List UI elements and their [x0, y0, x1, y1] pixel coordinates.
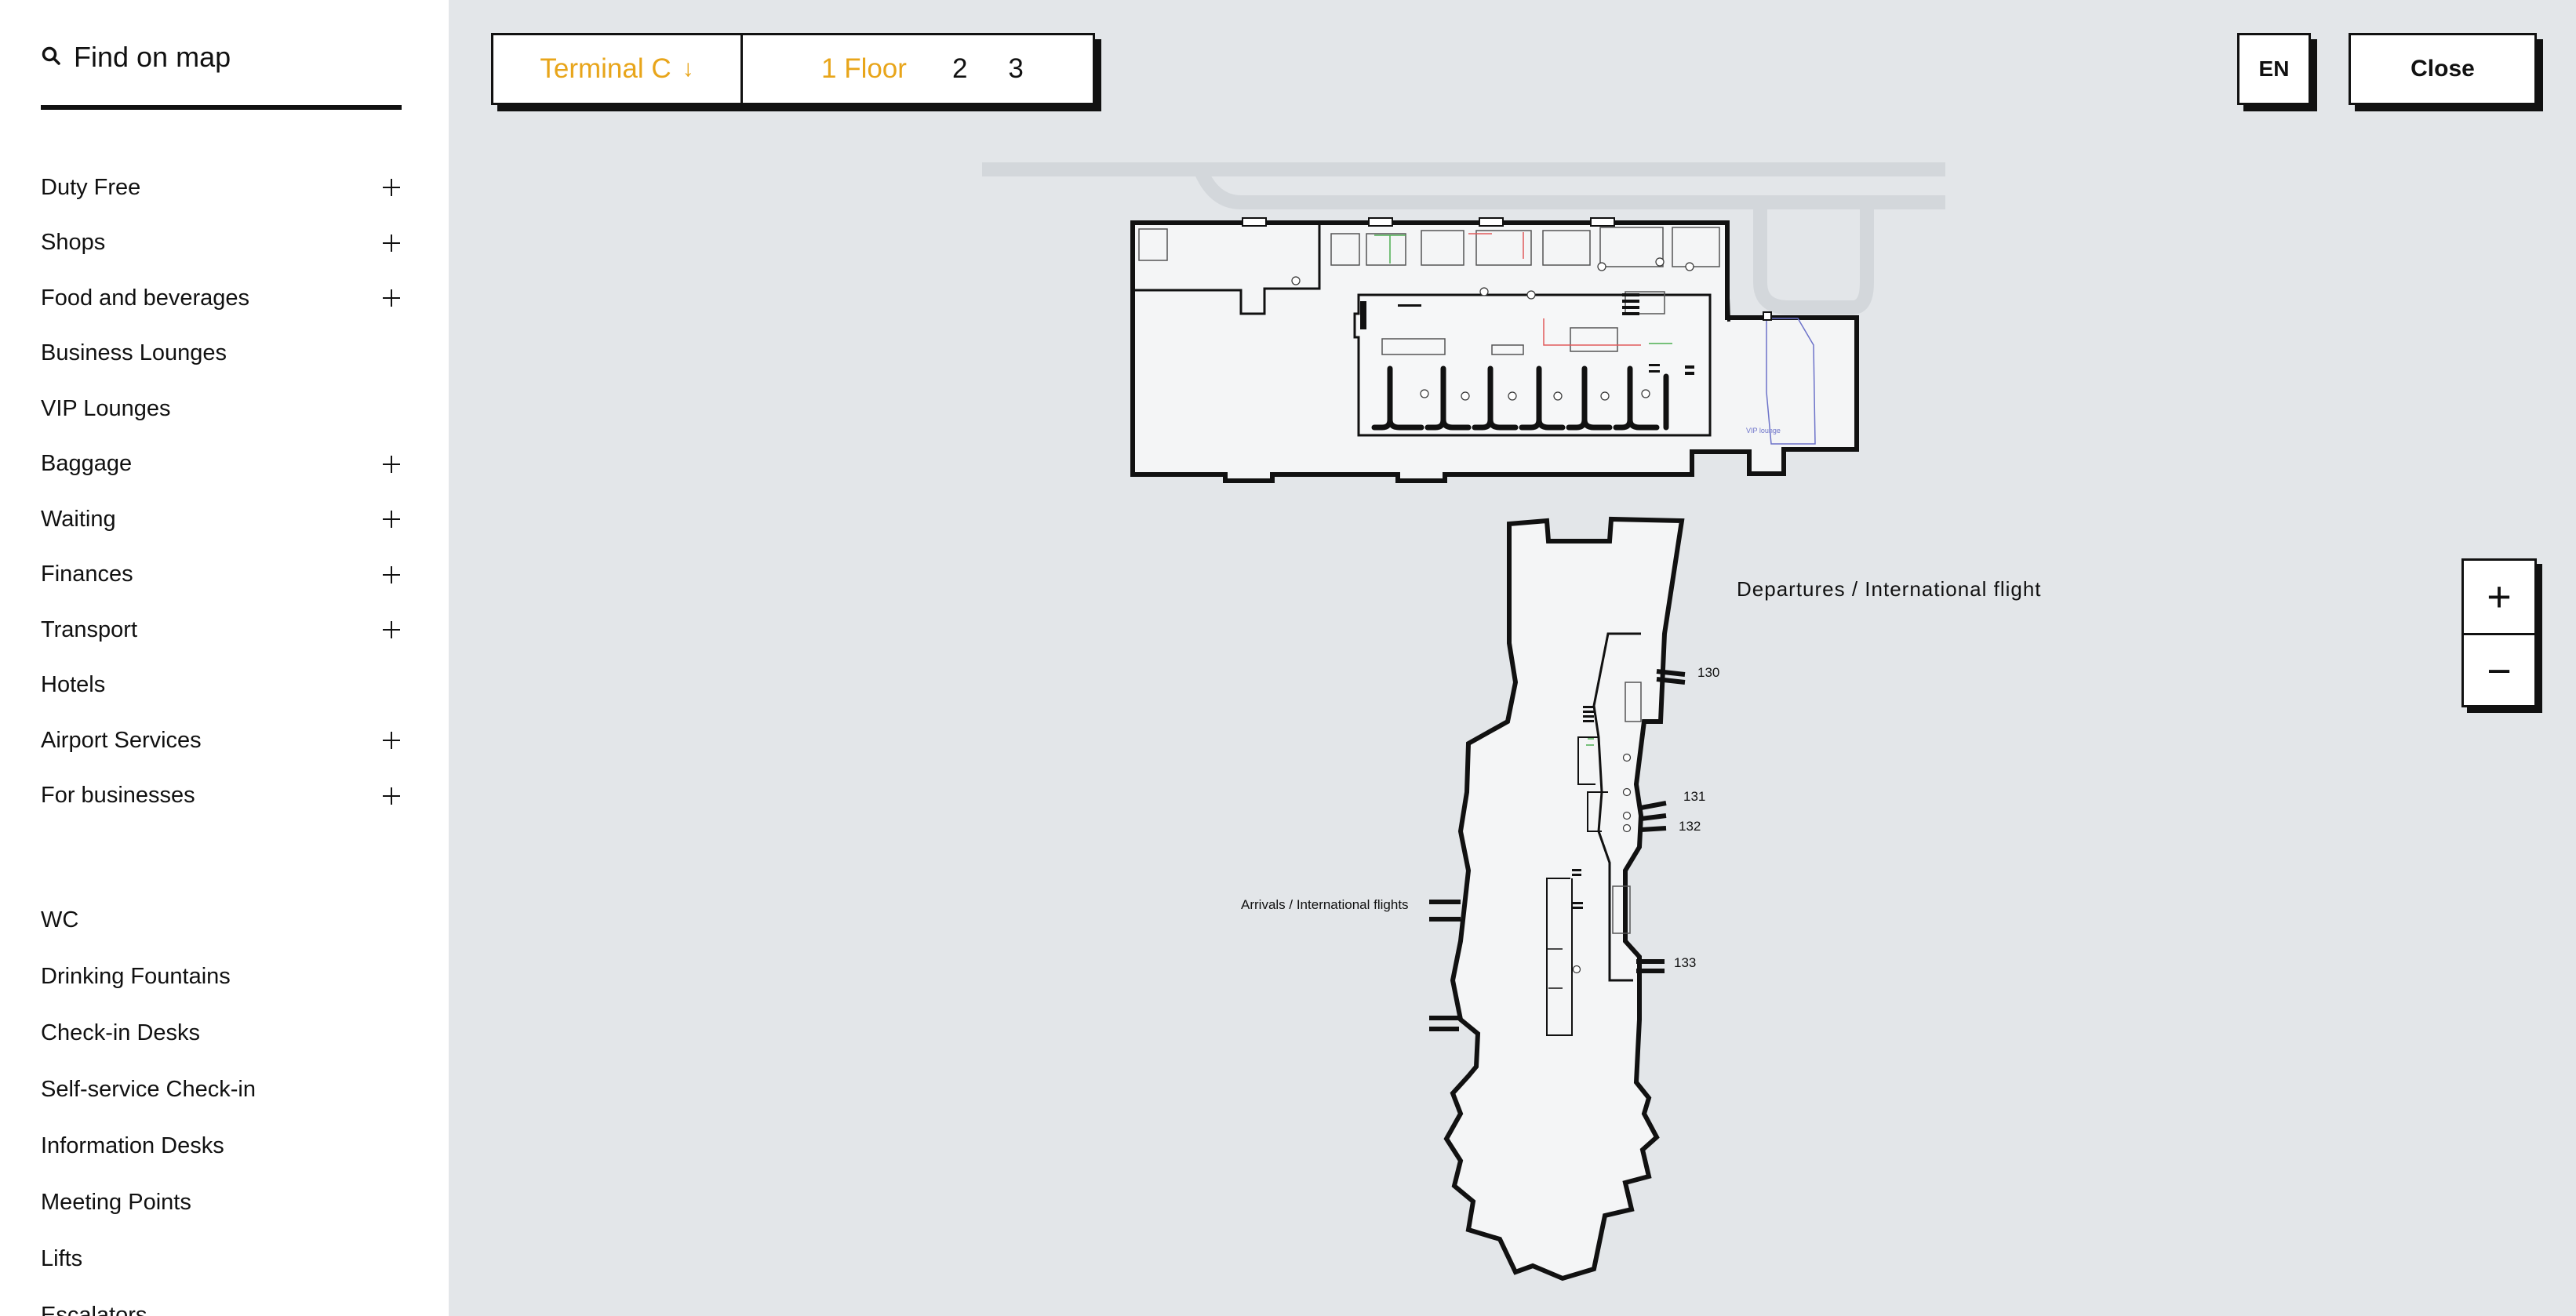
gate-131[interactable]: 131 [1683, 789, 1705, 805]
close-button[interactable]: Close [2349, 33, 2537, 105]
zoom-in-button[interactable]: + [2464, 561, 2534, 635]
category-label: Finances [41, 562, 133, 587]
terminal-floorplan: VIP lounge [982, 162, 1945, 1281]
search-field[interactable]: Find on map [41, 31, 402, 110]
category-label: Transport [41, 616, 138, 642]
category-food-and-beverages[interactable]: Food and beverages [41, 271, 402, 326]
terminal-dropdown[interactable]: Terminal C ↓ [493, 35, 743, 103]
category-business-lounges[interactable]: Business Lounges [41, 326, 402, 382]
plus-icon[interactable] [381, 565, 402, 585]
arrivals-label: Arrivals / International flights [1241, 897, 1409, 912]
category-vip-lounges[interactable]: VIP Lounges [41, 381, 402, 437]
zoom-out-button[interactable]: − [2464, 635, 2534, 707]
category-for-businesses[interactable]: For businesses [41, 769, 402, 824]
plus-icon[interactable] [381, 786, 402, 806]
vip-lounge-label: VIP lounge [1746, 427, 1781, 434]
plus-icon[interactable] [381, 454, 402, 474]
plus-icon[interactable] [381, 730, 402, 751]
category-airport-services[interactable]: Airport Services [41, 713, 402, 769]
category-label: Hotels [41, 672, 106, 698]
amenity-escalators[interactable]: Escalators [41, 1287, 402, 1316]
gate-133[interactable]: 133 [1674, 955, 1696, 971]
gate-132[interactable]: 132 [1679, 819, 1701, 834]
floor-tab-3[interactable]: 3 [1008, 53, 1023, 85]
main-terminal-building: VIP lounge [1130, 217, 1859, 483]
category-waiting[interactable]: Waiting [41, 492, 402, 547]
zoom-controls: + − [2461, 558, 2537, 707]
plus-icon[interactable] [381, 233, 402, 253]
plus-icon[interactable] [381, 509, 402, 529]
category-label: Food and beverages [41, 285, 250, 311]
category-label: Waiting [41, 506, 116, 532]
amenity-wc[interactable]: WC [41, 892, 402, 948]
category-baggage[interactable]: Baggage [41, 437, 402, 493]
category-label: VIP Lounges [41, 395, 171, 421]
amenity-check-in-desks[interactable]: Check-in Desks [41, 1005, 402, 1061]
plus-icon[interactable] [381, 288, 402, 308]
search-label: Find on map [74, 41, 231, 73]
sidebar: Find on map Duty Free Shops Food and bev… [0, 0, 449, 1316]
amenity-self-service-check-in[interactable]: Self-service Check-in [41, 1061, 402, 1118]
floor-tab-2[interactable]: 2 [952, 53, 967, 85]
category-finances[interactable]: Finances [41, 547, 402, 603]
category-label: Shops [41, 230, 106, 256]
departures-label: Departures / International flight [1737, 577, 2042, 601]
pier-concourse [1429, 516, 1686, 1281]
category-label: Duty Free [41, 174, 141, 200]
floor-tab-1[interactable]: 1 Floor [821, 53, 907, 85]
map-canvas[interactable]: VIP lounge Departures / International fl… [449, 0, 2576, 1316]
gate-130[interactable]: 130 [1697, 665, 1719, 681]
category-label: Baggage [41, 451, 133, 477]
amenity-list: WC Drinking Fountains Check-in Desks Sel… [41, 892, 402, 1316]
plus-icon[interactable] [381, 177, 402, 198]
category-duty-free[interactable]: Duty Free [41, 160, 402, 216]
floor-tabs: 1 Floor 2 3 [743, 35, 1093, 103]
amenity-meeting-points[interactable]: Meeting Points [41, 1174, 402, 1231]
search-icon [42, 46, 60, 65]
terminal-label: Terminal C [540, 53, 671, 84]
terminal-floor-selector: Terminal C ↓ 1 Floor 2 3 [491, 33, 1095, 105]
category-shops[interactable]: Shops [41, 216, 402, 271]
amenity-information-desks[interactable]: Information Desks [41, 1118, 402, 1174]
plus-icon[interactable] [381, 620, 402, 640]
category-label: For businesses [41, 783, 195, 809]
amenity-drinking-fountains[interactable]: Drinking Fountains [41, 948, 402, 1005]
arrow-down-icon: ↓ [682, 56, 694, 82]
amenity-lifts[interactable]: Lifts [41, 1231, 402, 1287]
category-hotels[interactable]: Hotels [41, 658, 402, 714]
category-label: Business Lounges [41, 340, 227, 366]
category-transport[interactable]: Transport [41, 602, 402, 658]
language-button[interactable]: EN [2237, 33, 2311, 105]
category-label: Airport Services [41, 727, 202, 753]
category-list: Duty Free Shops Food and beverages Busin… [41, 160, 402, 823]
